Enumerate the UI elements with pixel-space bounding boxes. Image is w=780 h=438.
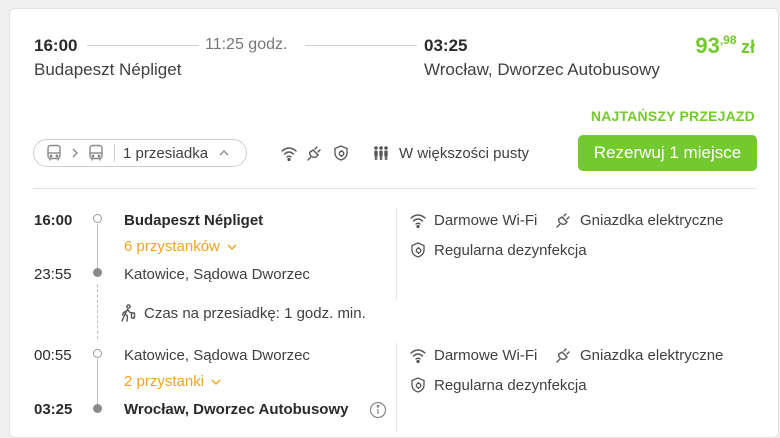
divider <box>33 188 757 189</box>
segment-1-from-name: Budapeszt Népliget <box>124 212 264 229</box>
amenity-icons <box>280 144 350 162</box>
transfer-label: Czas na przesiadkę: 1 godz. min. <box>144 304 366 322</box>
walking-icon <box>117 303 137 323</box>
amenity-disinfection: Regularna dezynfekcja <box>409 376 587 394</box>
stops-count: 2 przystanki <box>124 373 205 390</box>
wifi-icon <box>280 144 298 162</box>
book-button[interactable]: Rezerwuj 1 miejsce <box>578 135 757 171</box>
chevron-up-icon <box>218 148 230 158</box>
route-line-left <box>87 45 199 46</box>
stop-dot <box>93 268 102 277</box>
segment-2-from-time: 00:55 <box>34 347 72 364</box>
amenity-separator <box>396 343 397 432</box>
info-icon[interactable] <box>369 401 387 419</box>
disinfection-icon <box>409 376 427 394</box>
transfers-label: 1 przesiadka <box>123 144 209 162</box>
chevron-right-icon <box>70 147 80 159</box>
segment-2-to-time: 03:25 <box>34 401 73 418</box>
arrive-time: 03:25 <box>424 36 468 55</box>
occupancy: W większości pusty <box>372 144 529 162</box>
amenity-label: Gniazdka elektryczne <box>580 346 724 364</box>
segment-1-stops-toggle[interactable]: 6 przystanków <box>124 238 238 255</box>
price-decimal: ,98 <box>719 33 737 47</box>
segment-2-to-name: Wrocław, Dworzec Autobusowy <box>124 401 349 418</box>
chevron-down-icon <box>226 242 238 252</box>
trip-duration: 11:25 godz. <box>205 36 288 53</box>
route-line-right <box>305 45 417 46</box>
depart-city: Budapeszt Népliget <box>34 60 182 79</box>
amenity-label: Darmowe Wi-Fi <box>434 346 538 364</box>
stop-dot <box>93 214 102 223</box>
transfers-toggle[interactable]: 1 przesiadka <box>33 139 247 167</box>
amenity-label: Gniazdka elektryczne <box>580 211 724 229</box>
transfer-info: Czas na przesiadkę: 1 godz. min. <box>117 303 366 323</box>
segment-1-from-time: 16:00 <box>34 212 73 229</box>
amenity-label: Darmowe Wi-Fi <box>434 211 538 229</box>
amenity-plug: Gniazdka elektryczne <box>555 346 723 364</box>
depart-time: 16:00 <box>34 36 78 55</box>
chevron-down-icon <box>210 377 222 387</box>
wifi-icon <box>409 211 427 229</box>
amenity-separator <box>396 208 397 299</box>
amenity-disinfection: Regularna dezynfekcja <box>409 241 587 259</box>
pill-divider <box>114 144 115 162</box>
amenity-wifi: Darmowe Wi-Fi <box>409 346 537 364</box>
disinfection-icon <box>332 144 350 162</box>
segment-2-from-name: Katowice, Sądowa Dworzec <box>124 347 310 364</box>
stops-count: 6 przystanków <box>124 238 220 255</box>
people-icon <box>372 144 390 162</box>
amenity-wifi: Darmowe Wi-Fi <box>409 211 537 229</box>
stop-dot <box>93 404 102 413</box>
arrive-city: Wrocław, Dworzec Autobusowy <box>424 60 660 79</box>
transfer-dash <box>97 284 98 339</box>
route-vline <box>97 359 98 406</box>
amenity-label: Regularna dezynfekcja <box>434 376 587 394</box>
wifi-icon <box>409 346 427 364</box>
stop-dot <box>93 349 102 358</box>
segment-2-stops-toggle[interactable]: 2 przystanki <box>124 373 222 390</box>
segment-1-to-name: Katowice, Sądowa Dworzec <box>124 266 310 283</box>
bus-icon <box>86 143 106 163</box>
plug-icon <box>555 211 573 229</box>
price-currency: zł <box>740 37 755 57</box>
bus-icon <box>44 143 64 163</box>
price: 93,98 zł <box>695 33 755 59</box>
route-vline <box>97 224 98 269</box>
cheapest-badge: NAJTAŃSZY PRZEJAZD <box>590 108 755 124</box>
occupancy-label: W większości pusty <box>399 144 530 162</box>
price-integer: 93 <box>695 33 720 58</box>
disinfection-icon <box>409 241 427 259</box>
amenity-label: Regularna dezynfekcja <box>434 241 587 259</box>
plug-icon <box>555 346 573 364</box>
segment-1-to-time: 23:55 <box>34 266 72 283</box>
plug-icon <box>306 144 324 162</box>
amenity-plug: Gniazdka elektryczne <box>555 211 723 229</box>
